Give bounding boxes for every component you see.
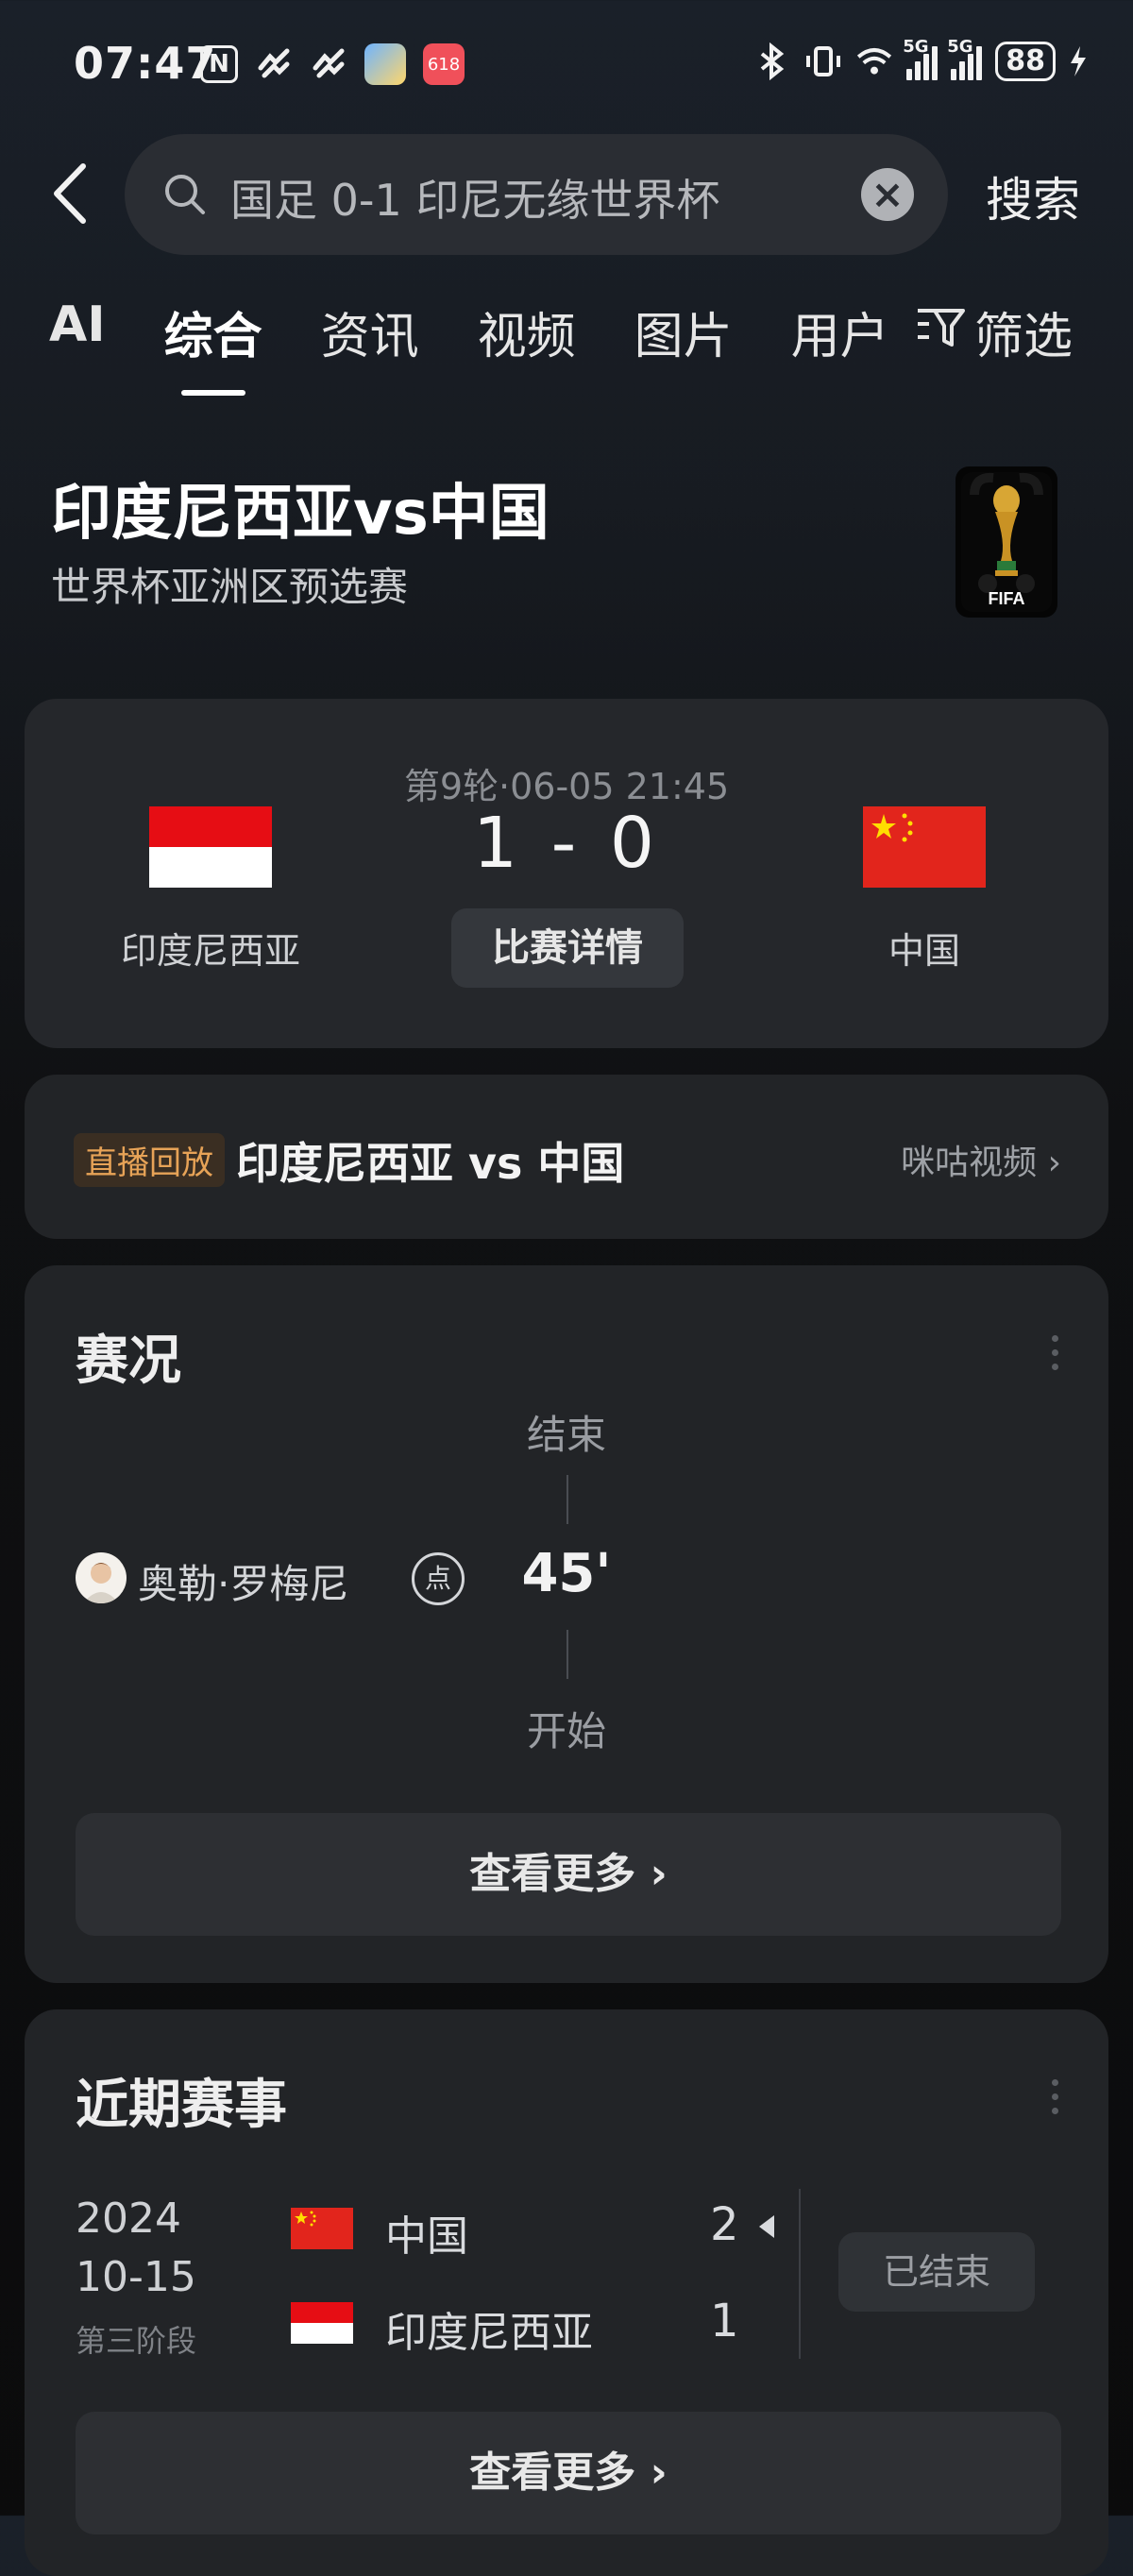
search-icon — [162, 172, 208, 217]
recent-match-stage: 第三阶段 — [76, 2323, 197, 2359]
recent-team-2-score: 1 — [710, 2295, 739, 2347]
recent-match-year: 2024 — [76, 2195, 181, 2243]
events-title: 赛况 — [76, 1330, 181, 1392]
timeline-start-label: 开始 — [526, 1708, 606, 1754]
more-options-icon[interactable] — [1052, 1335, 1059, 1370]
recent-matches-card: 近期赛事 2024 10-15 第三阶段 中国 2 印度尼西亚 1 已结束 查看… — [25, 2009, 1108, 2576]
tab-video[interactable]: 视频 — [478, 297, 576, 367]
charging-icon — [1069, 42, 1088, 80]
search-input[interactable]: 国足 0-1 印尼无缘世界杯 × — [125, 134, 948, 255]
tab-news[interactable]: 资讯 — [321, 297, 419, 367]
tab-ai[interactable]: AI — [49, 297, 106, 367]
status-system-icons: 5G 5G 88 — [753, 37, 1088, 81]
more-options-icon[interactable] — [1052, 2079, 1059, 2114]
app-icon — [255, 45, 293, 83]
match-status-badge: 已结束 — [838, 2232, 1035, 2312]
score-divider — [799, 2189, 801, 2359]
clear-icon[interactable]: × — [861, 168, 914, 221]
recent-team-1[interactable]: 中国 — [385, 2202, 468, 2262]
status-notification-icons: N 618 — [200, 43, 465, 85]
search-button[interactable]: 搜索 — [986, 162, 1080, 230]
replay-badge: 直播回放 — [74, 1133, 225, 1187]
recent-match-date: 10-15 — [76, 2253, 196, 2301]
filter-label: 筛选 — [974, 309, 1074, 365]
replay-title[interactable]: 印度尼西亚 vs 中国 — [236, 1129, 624, 1192]
replay-source-link[interactable]: 咪咕视频 › — [901, 1135, 1061, 1184]
result-tabs: AI 综合 资讯 视频 图片 用户 — [49, 297, 948, 396]
signal-icon: 5G — [947, 37, 983, 80]
tab-users[interactable]: 用户 — [791, 297, 889, 367]
search-query[interactable]: 国足 0-1 印尼无缘世界杯 — [230, 166, 719, 229]
svg-text:FIFA: FIFA — [989, 589, 1025, 608]
vibrate-icon — [804, 42, 842, 80]
bluetooth-icon — [753, 42, 791, 80]
event-minute: 45' — [521, 1543, 612, 1604]
shopping-app-icon: 618 — [423, 43, 465, 85]
match-subtitle: 世界杯亚洲区预选赛 — [51, 564, 409, 610]
timeline-line — [566, 1630, 568, 1679]
nfc-icon: N — [200, 45, 238, 83]
world-cup-logo: FIFA — [955, 466, 1057, 618]
indonesia-flag — [291, 2302, 353, 2344]
recent-team-2[interactable]: 印度尼西亚 — [385, 2298, 593, 2359]
match-detail-button[interactable]: 比赛详情 — [451, 908, 684, 988]
back-icon[interactable] — [45, 161, 102, 227]
china-flag — [863, 806, 986, 888]
timeline-end-label: 结束 — [526, 1412, 606, 1458]
match-title[interactable]: 印度尼西亚vs中国 — [51, 465, 550, 551]
filter-icon — [916, 304, 965, 361]
filter-button[interactable]: 筛选 — [916, 297, 1073, 367]
replay-card[interactable]: 直播回放 印度尼西亚 vs 中国 咪咕视频 › — [25, 1075, 1108, 1239]
battery-icon: 88 — [995, 42, 1056, 81]
winner-arrow-icon — [759, 2215, 774, 2238]
score-card[interactable]: 印度尼西亚 第9轮·06-05 21:45 1 - 0 比赛详情 中国 — [25, 699, 1108, 1048]
tab-all[interactable]: 综合 — [164, 297, 262, 396]
events-more-button[interactable]: 查看更多 › — [76, 1813, 1061, 1936]
home-team-name[interactable]: 印度尼西亚 — [88, 922, 333, 974]
wifi-icon — [855, 42, 893, 80]
status-time: 07:47 — [74, 38, 217, 89]
recent-more-button[interactable]: 查看更多 › — [76, 2412, 1061, 2534]
weather-app-icon — [364, 43, 406, 85]
timeline-line — [566, 1475, 568, 1524]
app-icon — [310, 45, 347, 83]
match-events-card: 赛况 结束 奥勒·罗梅尼 点 45' 开始 查看更多 › — [25, 1265, 1108, 1983]
recent-team-1-score: 2 — [710, 2198, 739, 2251]
signal-icon: 5G — [903, 37, 939, 80]
recent-title: 近期赛事 — [76, 2075, 287, 2136]
china-flag — [291, 2208, 353, 2249]
tab-images[interactable]: 图片 — [634, 297, 733, 367]
match-round: 第9轮·06-05 21:45 — [403, 766, 730, 807]
away-team-name[interactable]: 中国 — [802, 922, 1047, 974]
